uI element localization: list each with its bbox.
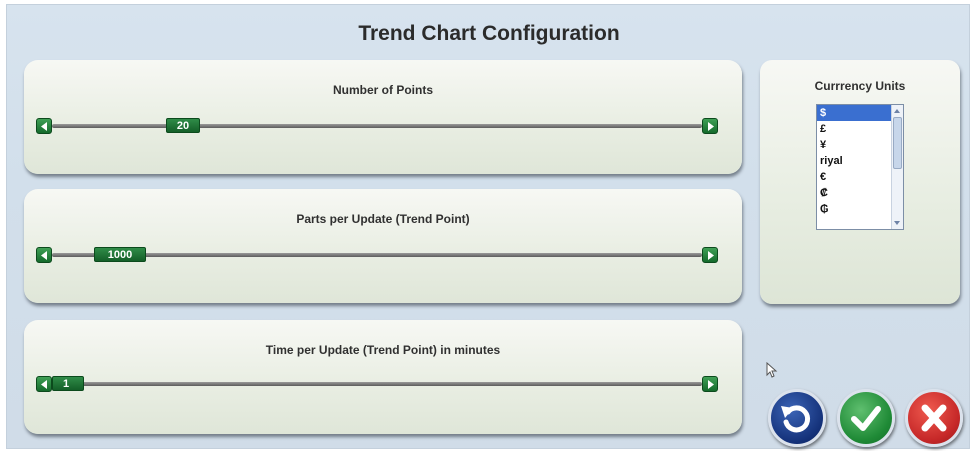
undo-button[interactable] <box>768 389 826 447</box>
cancel-button[interactable] <box>905 389 963 447</box>
parts-per-update-panel: Parts per Update (Trend Point) 1000 <box>24 189 742 303</box>
decrease-parts-button[interactable] <box>36 247 52 263</box>
time-per-update-label: Time per Update (Trend Point) in minutes <box>265 343 501 357</box>
currency-option[interactable]: ₲ <box>817 201 891 217</box>
parts-per-update-thumb[interactable]: 1000 <box>94 247 146 262</box>
currency-option[interactable]: £ <box>817 121 891 137</box>
currency-option[interactable]: ₡ <box>817 185 891 201</box>
decrease-time-button[interactable] <box>36 376 52 392</box>
number-of-points-panel: Number of Points 20 <box>24 60 742 174</box>
scroll-down-icon[interactable] <box>894 221 900 225</box>
mouse-pointer-icon <box>766 361 778 383</box>
confirm-button[interactable] <box>837 389 895 447</box>
currency-option[interactable]: riyal <box>817 153 891 169</box>
parts-per-update-track[interactable] <box>52 253 702 257</box>
currency-scrollbar[interactable] <box>891 105 903 229</box>
scroll-up-icon[interactable] <box>894 109 900 113</box>
currency-option[interactable]: € <box>817 169 891 185</box>
time-per-update-panel: Time per Update (Trend Point) in minutes… <box>24 320 742 434</box>
currency-option[interactable]: $ <box>817 105 891 121</box>
increase-parts-button[interactable] <box>702 247 718 263</box>
number-of-points-label: Number of Points <box>332 83 433 97</box>
increase-time-button[interactable] <box>702 376 718 392</box>
decrease-points-button[interactable] <box>36 118 52 134</box>
number-of-points-thumb[interactable]: 20 <box>166 118 200 133</box>
time-per-update-track[interactable] <box>52 382 702 386</box>
number-of-points-track[interactable] <box>52 124 702 128</box>
time-per-update-thumb[interactable]: 1 <box>52 376 84 391</box>
currency-units-label: Currrency Units <box>814 79 906 93</box>
currency-listbox[interactable]: $ £ ¥ riyal € ₡ ₲ <box>816 104 904 230</box>
increase-points-button[interactable] <box>702 118 718 134</box>
currency-option[interactable]: ¥ <box>817 137 891 153</box>
parts-per-update-label: Parts per Update (Trend Point) <box>296 212 470 226</box>
dialog-title: Trend Chart Configuration <box>358 22 620 45</box>
scrollbar-thumb[interactable] <box>893 117 902 169</box>
currency-units-panel: Currrency Units $ £ ¥ riyal € ₡ ₲ <box>760 60 960 304</box>
